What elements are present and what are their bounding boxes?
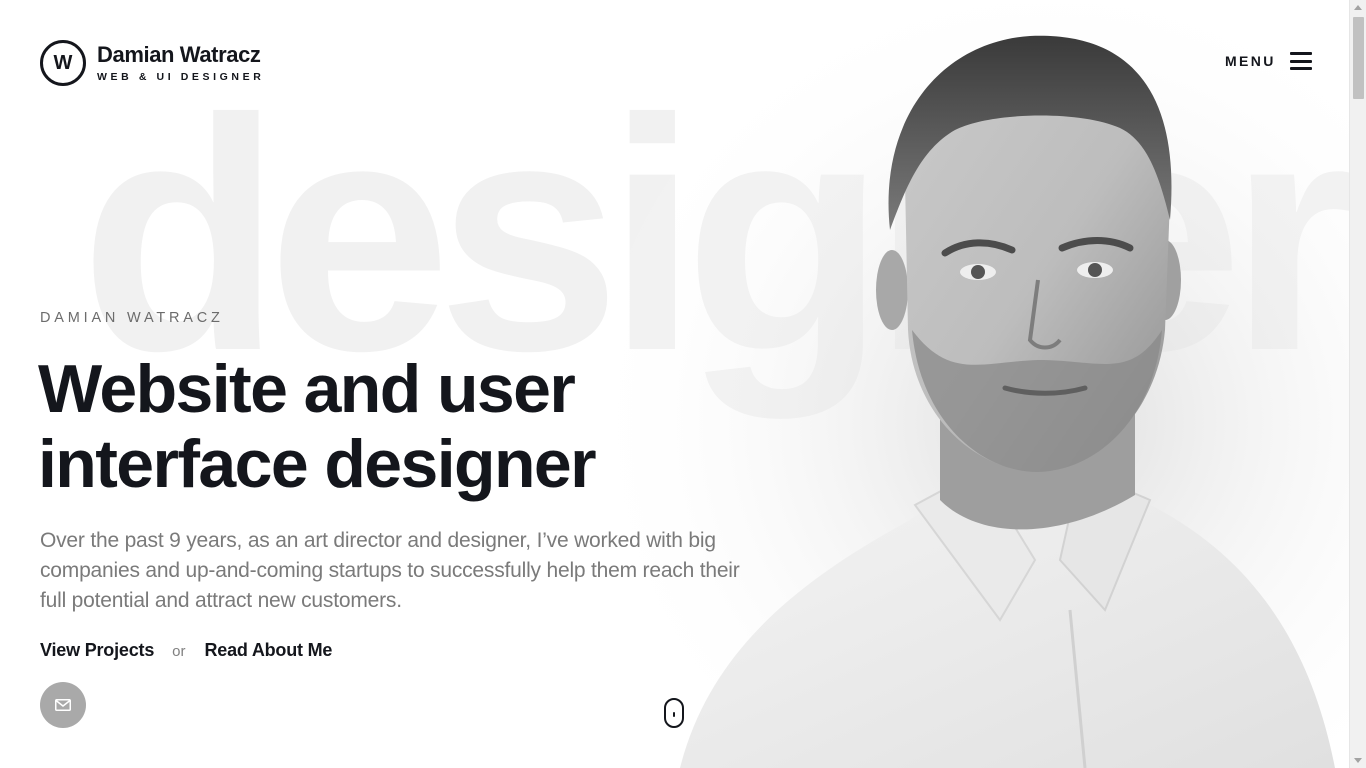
scroll-up-arrow-icon[interactable] [1354,5,1362,10]
view-projects-link[interactable]: View Projects [40,640,154,661]
scroll-wheel-dot [673,712,675,717]
hero-actions: View Projects or Read About Me [40,640,332,661]
scrollbar-thumb[interactable] [1353,17,1364,99]
hero-title: Website and user interface designer [38,351,597,502]
site-name: Damian Watracz [97,41,261,67]
hamburger-icon [1289,52,1312,70]
contact-button[interactable] [40,682,86,728]
mouse-scroll-icon[interactable] [664,698,684,728]
site-tagline: WEB & UI DESIGNER [97,70,265,83]
hero-title-line-1: Website and user [38,351,576,427]
menu-button[interactable]: MENU [1225,52,1312,70]
menu-label: MENU [1225,53,1276,69]
hero-eyebrow: DAMIAN WATRACZ [40,310,224,326]
logo[interactable]: W Damian Watracz WEB & UI DESIGNER [40,40,264,86]
portrait-image [560,0,1350,768]
hero-title-line-2: interface designer [38,426,597,502]
mail-icon [55,699,71,711]
logo-mark-icon: W [40,40,86,86]
read-about-me-link[interactable]: Read About Me [204,640,332,661]
cta-separator: or [172,643,186,660]
scroll-down-arrow-icon[interactable] [1354,758,1362,763]
hero-description: Over the past 9 years, as an art directo… [40,529,740,612]
page-scrollbar[interactable] [1349,0,1366,768]
